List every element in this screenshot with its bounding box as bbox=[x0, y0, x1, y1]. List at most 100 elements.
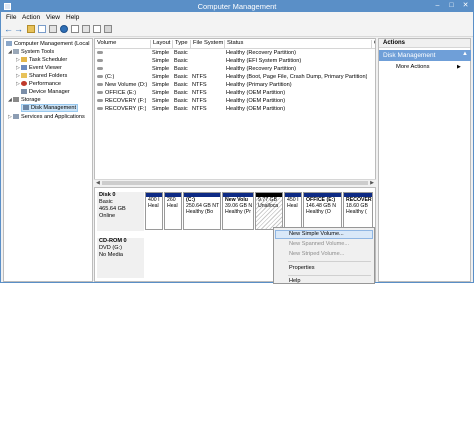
collapse-section-icon[interactable]: ▲ bbox=[462, 51, 468, 57]
partition-block[interactable]: (C:) 250.64 GB NT Healthy (Bo bbox=[183, 192, 221, 230]
event-log-icon bbox=[21, 65, 27, 70]
partition-body: RECOVER 18.60 GB Healthy ( bbox=[344, 197, 372, 215]
type-cell: Basic bbox=[174, 50, 188, 56]
cd-rom-0-label[interactable]: CD-ROM 0 DVD (G:) No Media bbox=[97, 238, 144, 278]
show-hide-tree-icon[interactable] bbox=[38, 25, 46, 33]
partition-block[interactable]: OFFICE (E:) 146.48 GB N Healthy (O bbox=[303, 192, 342, 230]
menu-item-properties[interactable]: Properties bbox=[289, 265, 315, 271]
volume-list: Volume Layout Type File System Status C … bbox=[94, 38, 376, 186]
column-header-capacity[interactable]: C bbox=[371, 40, 375, 48]
back-arrow-icon[interactable]: ← bbox=[4, 25, 13, 34]
partition-block[interactable]: 400 I Heal bbox=[145, 192, 163, 230]
clock-icon bbox=[21, 57, 27, 62]
tree-item-device-manager[interactable]: Device Manager bbox=[21, 89, 70, 95]
table-row[interactable]: OFFICE (E:) Simple Basic NTFS Healthy (OEM P… bbox=[95, 90, 375, 98]
unallocated-partition[interactable]: 9.77 GB Unalloca bbox=[255, 192, 283, 230]
menu-action[interactable]: Action bbox=[22, 14, 40, 21]
partition-block[interactable]: RECOVER 18.60 GB Healthy ( bbox=[343, 192, 373, 230]
type-cell: Basic bbox=[174, 106, 188, 112]
performance-icon bbox=[21, 81, 27, 86]
tree-item-disk-management[interactable]: Disk Management bbox=[21, 104, 79, 112]
volume-cell bbox=[97, 50, 105, 56]
volume-name: New Volume (D:) bbox=[105, 82, 148, 88]
volume-list-header: Volume Layout Type File System Status C bbox=[95, 39, 375, 49]
device-icon bbox=[21, 89, 27, 94]
menu-file[interactable]: File bbox=[6, 14, 16, 21]
properties-icon[interactable] bbox=[49, 25, 57, 33]
partition-block[interactable]: 450 I Heal bbox=[284, 192, 302, 230]
menu-view[interactable]: View bbox=[46, 14, 60, 21]
menu-item-new-spanned-volume[interactable]: New Spanned Volume... bbox=[289, 241, 349, 247]
scroll-right-icon[interactable]: ▶ bbox=[370, 180, 374, 186]
volume-name: RECOVERY (F:) bbox=[105, 98, 147, 104]
menu-item-new-striped-volume[interactable]: New Striped Volume... bbox=[289, 251, 344, 257]
up-folder-icon[interactable] bbox=[27, 25, 35, 33]
more-actions-item[interactable]: More Actions ▶ bbox=[396, 64, 461, 70]
tree-item-system-tools[interactable]: ◢ System Tools bbox=[8, 49, 54, 55]
table-row[interactable]: RECOVERY (F:) Simple Basic NTFS Healthy (OEM… bbox=[95, 98, 375, 106]
view-icon[interactable] bbox=[104, 25, 112, 33]
partition-block[interactable]: New Volu 39.06 GB N Healthy (Pr bbox=[222, 192, 254, 230]
layout-cell: Simple bbox=[152, 50, 170, 56]
partition-block[interactable]: 260 Heal bbox=[164, 192, 182, 230]
forward-arrow-icon[interactable]: → bbox=[14, 25, 23, 34]
menu-item-new-simple-volume[interactable]: New Simple Volume... bbox=[289, 231, 344, 237]
scrollbar-thumb[interactable] bbox=[102, 181, 368, 185]
minimize-icon[interactable]: – bbox=[431, 1, 444, 11]
close-icon[interactable]: ✕ bbox=[459, 1, 472, 11]
table-row[interactable]: Simple Basic Healthy (Recovery Partition) bbox=[95, 66, 375, 74]
help-icon[interactable] bbox=[60, 25, 68, 33]
refresh-icon[interactable] bbox=[71, 25, 79, 33]
partition-detail: Healthy (Bo bbox=[186, 209, 214, 215]
column-header-volume[interactable]: Volume bbox=[95, 40, 116, 48]
partition-body: 400 I Heal bbox=[146, 197, 162, 209]
type-cell: Basic bbox=[174, 90, 188, 96]
tree-item-task-scheduler[interactable]: ▷ Task Scheduler bbox=[16, 57, 67, 63]
file-system-cell: NTFS bbox=[192, 82, 207, 88]
type-cell: Basic bbox=[174, 74, 188, 80]
column-header-file-system[interactable]: File System bbox=[190, 40, 223, 48]
connect-icon[interactable] bbox=[93, 25, 101, 33]
tree-item-services-and-applications[interactable]: ▷ Services and Applications bbox=[8, 114, 85, 120]
table-row[interactable]: New Volume (D:) Simple Basic NTFS Healthy (P… bbox=[95, 82, 375, 90]
actions-section-disk-management[interactable]: Disk Management ▲ bbox=[379, 50, 471, 61]
services-icon bbox=[13, 114, 19, 119]
disk-icon bbox=[23, 105, 29, 110]
volume-icon bbox=[97, 99, 103, 102]
status-cell: Healthy (Recovery Partition) bbox=[226, 50, 296, 56]
column-header-type[interactable]: Type bbox=[172, 40, 188, 48]
volume-icon bbox=[97, 107, 103, 110]
volume-icon bbox=[97, 51, 103, 54]
maximize-icon[interactable]: □ bbox=[445, 1, 458, 11]
type-cell: Basic bbox=[174, 98, 188, 104]
scroll-left-icon[interactable]: ◀ bbox=[96, 180, 100, 186]
tree-item-computer-management[interactable]: Computer Management (Local bbox=[6, 41, 90, 47]
tree-item-performance[interactable]: ▷ Performance bbox=[16, 81, 61, 87]
file-system-cell: NTFS bbox=[192, 98, 207, 104]
status-cell: Healthy (Primary Partition) bbox=[226, 82, 292, 88]
menu-bar: File Action View Help bbox=[1, 12, 473, 22]
tree-item-event-viewer[interactable]: ▷ Event Viewer bbox=[16, 65, 62, 71]
table-row[interactable]: Simple Basic Healthy (Recovery Partition) bbox=[95, 50, 375, 58]
export-list-icon[interactable] bbox=[82, 25, 90, 33]
horizontal-scrollbar[interactable]: ◀ ▶ bbox=[94, 179, 376, 187]
volume-cell bbox=[97, 66, 105, 72]
column-header-layout[interactable]: Layout bbox=[150, 40, 170, 48]
volume-icon bbox=[97, 83, 103, 86]
folder-icon bbox=[21, 73, 27, 78]
layout-cell: Simple bbox=[152, 106, 170, 112]
tree-item-storage[interactable]: ◢ Storage bbox=[8, 97, 41, 103]
status-cell: Healthy (Boot, Page File, Crash Dump, Pr… bbox=[226, 74, 368, 80]
menu-help[interactable]: Help bbox=[66, 14, 79, 21]
menu-item-help[interactable]: Help bbox=[289, 278, 301, 283]
table-row[interactable]: Simple Basic Healthy (EFI System Partition… bbox=[95, 58, 375, 66]
storage-icon bbox=[13, 97, 19, 102]
partition-body: 450 I Heal bbox=[285, 197, 301, 209]
table-row[interactable]: (C:) Simple Basic NTFS Healthy (Boot, Page F… bbox=[95, 74, 375, 82]
table-row[interactable]: RECOVERY (F:) Simple Basic NTFS Healthy (OEM… bbox=[95, 106, 375, 114]
disk-0-label[interactable]: Disk 0 Basic 465.64 GB Online bbox=[97, 192, 144, 231]
partition-body: New Volu 39.06 GB N Healthy (Pr bbox=[223, 197, 253, 215]
tree-item-shared-folders[interactable]: ▷ Shared Folders bbox=[16, 73, 67, 79]
column-header-status[interactable]: Status bbox=[224, 40, 243, 48]
volume-name: RECOVERY (F:) bbox=[105, 106, 147, 112]
